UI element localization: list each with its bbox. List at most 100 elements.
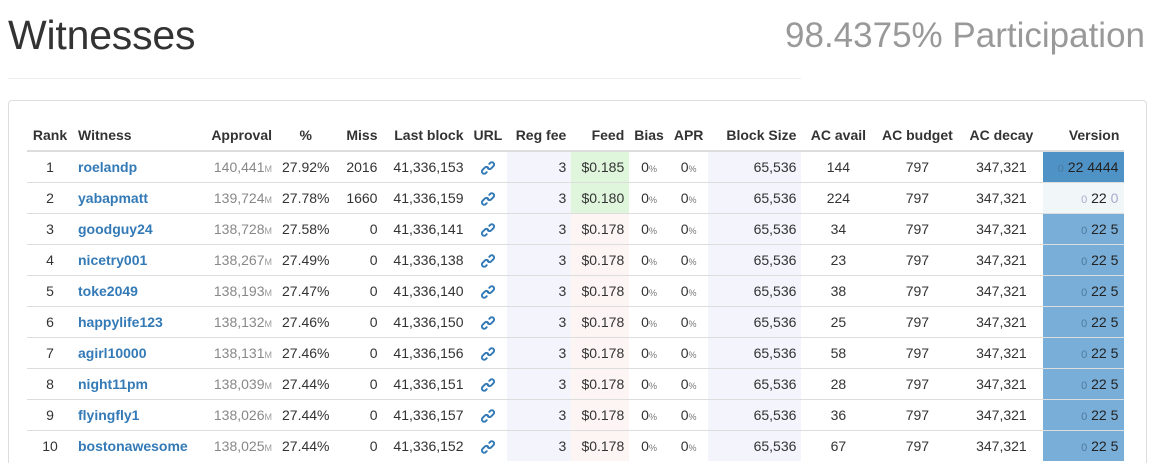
- url-cell: [468, 274, 508, 306]
- ac-decay-cell: 347,321: [959, 243, 1044, 275]
- percent-cell: 27.92%: [277, 150, 335, 182]
- link-icon[interactable]: [480, 220, 495, 237]
- col-header-witness[interactable]: Witness: [73, 120, 201, 152]
- witness-link[interactable]: agirl10000: [78, 345, 147, 361]
- apr-cell: 0%: [668, 243, 709, 275]
- version-minor: 22: [1067, 158, 1084, 175]
- url-cell: [468, 243, 508, 275]
- apr-cell: 0%: [668, 336, 709, 368]
- block-size-cell: 65,536: [708, 181, 802, 213]
- witness-link[interactable]: nicetry001: [78, 252, 147, 268]
- version-minor: 22: [1091, 189, 1107, 206]
- reg-fee-cell: 3: [507, 181, 572, 213]
- col-header-apr[interactable]: APR: [668, 120, 709, 152]
- miss-cell: 0: [334, 243, 383, 275]
- witness-link[interactable]: night11pm: [78, 376, 148, 392]
- approval-value: 138,026: [213, 406, 265, 423]
- participation-rate: 98.4375% Participation: [785, 16, 1145, 55]
- witness-link[interactable]: flyingfly1: [78, 407, 139, 423]
- url-cell: [468, 212, 508, 244]
- col-header-ac-decay[interactable]: AC decay: [959, 120, 1044, 152]
- feed-cell: $0.178: [571, 305, 630, 337]
- col-header-approval[interactable]: Approval: [201, 120, 277, 152]
- col-header-last-block[interactable]: Last block: [382, 120, 469, 152]
- version-patch: 0: [1110, 189, 1119, 206]
- apr-unit: %: [688, 318, 697, 329]
- percent-cell: 27.49%: [277, 243, 335, 275]
- apr-cell: 0%: [668, 212, 709, 244]
- approval-value: 138,131: [213, 344, 265, 361]
- link-icon[interactable]: [480, 406, 495, 423]
- table-header-row: Rank Witness Approval % Miss Last block …: [27, 120, 1125, 152]
- col-header-bias[interactable]: Bias: [629, 120, 669, 152]
- rank-cell: 10: [27, 429, 73, 461]
- approval-unit: M: [264, 318, 273, 329]
- approval-unit: M: [264, 256, 273, 267]
- ac-avail-cell: 36: [801, 398, 876, 430]
- approval-value: 138,039: [213, 375, 265, 392]
- block-size-cell: 65,536: [708, 305, 802, 337]
- col-header-version[interactable]: Version: [1043, 120, 1125, 152]
- version-patch: 5: [1110, 375, 1119, 392]
- witness-cell: yabapmatt: [73, 181, 201, 213]
- table-row: 5 toke2049 138,193M 27.47% 0 41,336,140 3 $0.17…: [27, 274, 1125, 306]
- witness-cell: nicetry001: [73, 243, 201, 275]
- link-icon[interactable]: [480, 282, 495, 299]
- approval-value: 138,193: [213, 282, 265, 299]
- approval-cell: 138,039M: [201, 367, 277, 399]
- bias-cell: 0%: [629, 150, 669, 182]
- ac-budget-cell: 797: [875, 367, 960, 399]
- apr-cell: 0%: [668, 305, 709, 337]
- version-minor: 22: [1091, 220, 1107, 237]
- apr-cell: 0%: [668, 367, 709, 399]
- apr-value: 0: [680, 406, 689, 423]
- block-size-cell: 65,536: [708, 150, 802, 182]
- link-icon[interactable]: [480, 189, 495, 206]
- url-cell: [468, 367, 508, 399]
- version-cell: 0 22 5: [1043, 367, 1125, 399]
- reg-fee-cell: 3: [507, 243, 572, 275]
- bias-cell: 0%: [629, 305, 669, 337]
- witness-link[interactable]: yabapmatt: [78, 190, 148, 206]
- link-icon[interactable]: [480, 159, 495, 175]
- link-icon[interactable]: [480, 313, 495, 330]
- col-header-ac-avail[interactable]: AC avail: [801, 120, 876, 152]
- witness-link[interactable]: bostonawesome: [78, 438, 188, 454]
- link-icon[interactable]: [480, 344, 495, 361]
- rank-cell: 9: [27, 398, 73, 430]
- link-icon[interactable]: [480, 375, 495, 392]
- url-cell: [468, 429, 508, 461]
- percent-cell: 27.44%: [277, 398, 335, 430]
- col-header-block-size[interactable]: Block Size: [708, 120, 802, 152]
- witness-link[interactable]: goodguy24: [78, 221, 153, 237]
- last-block-cell: 41,336,150: [382, 305, 469, 337]
- col-header-miss[interactable]: Miss: [334, 120, 383, 152]
- bias-value: 0: [641, 251, 649, 268]
- miss-cell: 0: [334, 274, 383, 306]
- table-row: 6 happylife123 138,132M 27.46% 0 41,336,150 3 $…: [27, 305, 1125, 337]
- link-icon[interactable]: [480, 438, 495, 454]
- col-header-url[interactable]: URL: [468, 120, 508, 152]
- witness-cell: happylife123: [73, 305, 201, 337]
- ac-avail-cell: 23: [801, 243, 876, 275]
- ac-avail-cell: 34: [801, 212, 876, 244]
- col-header-reg-fee[interactable]: Reg fee: [507, 120, 572, 152]
- miss-cell: 0: [334, 336, 383, 368]
- bias-value: 0: [641, 189, 649, 206]
- approval-value: 138,267: [213, 251, 265, 268]
- block-size-cell: 65,536: [708, 429, 802, 461]
- witness-link[interactable]: toke2049: [78, 283, 138, 299]
- ac-avail-cell: 67: [801, 429, 876, 461]
- bias-unit: %: [648, 287, 657, 298]
- link-icon[interactable]: [480, 251, 495, 268]
- version-major: 0: [1081, 410, 1088, 423]
- reg-fee-cell: 3: [507, 305, 572, 337]
- col-header-ac-budget[interactable]: AC budget: [875, 120, 960, 152]
- col-header-rank[interactable]: Rank: [27, 120, 73, 152]
- bias-cell: 0%: [629, 212, 669, 244]
- witness-link[interactable]: happylife123: [78, 314, 163, 330]
- col-header-feed[interactable]: Feed: [571, 120, 630, 152]
- table-row: 3 goodguy24 138,728M 27.58% 0 41,336,141 3 $0.1…: [27, 212, 1125, 244]
- col-header-percent[interactable]: %: [277, 120, 335, 152]
- witness-link[interactable]: roelandp: [78, 159, 137, 175]
